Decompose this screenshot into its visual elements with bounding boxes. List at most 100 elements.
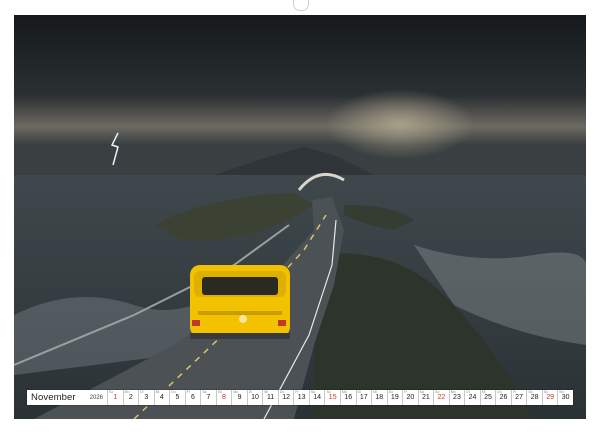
day-of-week: Mi	[264, 390, 269, 394]
day-cell: Mo 30	[557, 390, 573, 405]
day-number: 4	[159, 394, 164, 401]
day-cell: Fr 6	[184, 390, 201, 405]
day-of-week: Sa	[202, 390, 207, 394]
day-cell: Mi 11	[262, 390, 278, 405]
day-number: 25	[484, 394, 492, 401]
day-number: 5	[175, 394, 180, 401]
day-number: 2	[128, 394, 133, 401]
day-number: 20	[406, 394, 415, 401]
day-number: 30	[561, 394, 570, 401]
day-of-week: Di	[466, 390, 470, 394]
yellow-van	[190, 265, 290, 339]
day-number: 14	[313, 394, 322, 401]
calendar-strip: November 2026 So 1 Mo 2 Di 3 Mi 4 Do 5 Fr 6 Sa 7 So 8 Mo…	[27, 390, 573, 405]
day-number: 24	[468, 394, 477, 401]
day-cell: So 29	[541, 390, 558, 405]
day-number: 16	[344, 394, 353, 401]
day-of-week: Mo	[450, 390, 456, 394]
month-label: November 2026	[27, 390, 107, 405]
day-cell: Di 17	[355, 390, 372, 405]
day-number: 1	[113, 394, 118, 401]
day-of-week: So	[109, 390, 114, 394]
day-number: 6	[190, 394, 195, 401]
binding-rings	[0, 0, 600, 16]
day-of-week: Do	[279, 390, 285, 394]
day-number: 10	[251, 394, 259, 401]
day-of-week: Fr	[295, 390, 299, 394]
day-cell: Do 5	[169, 390, 185, 405]
day-of-week: Sa	[310, 390, 316, 394]
day-number: 26	[499, 394, 508, 401]
day-number: 19	[390, 394, 399, 401]
day-number: 21	[421, 394, 430, 401]
day-of-week: So	[326, 390, 331, 394]
day-of-week: Mi	[481, 390, 486, 394]
day-of-week: Di	[140, 390, 144, 394]
day-number: 12	[282, 394, 290, 401]
day-of-week: Do	[388, 390, 394, 394]
day-cell: Mo 9	[231, 390, 247, 405]
day-of-week: Mo	[341, 390, 347, 394]
day-cell: Di 24	[464, 390, 480, 405]
day-of-week: Di	[248, 390, 253, 394]
day-of-week: Do	[497, 390, 502, 394]
day-number: 27	[515, 394, 523, 401]
day-number: 13	[297, 394, 306, 401]
day-of-week: Sa	[419, 390, 424, 394]
stormy-road-scene	[14, 15, 586, 419]
day-cell: Sa 28	[526, 390, 542, 405]
day-cell: Mi 18	[371, 390, 387, 405]
month-name: November	[31, 392, 76, 403]
day-cell: Mo 16	[339, 390, 356, 405]
day-cell: Do 12	[277, 390, 294, 405]
day-number: 7	[206, 394, 211, 401]
day-of-week: Mo	[559, 390, 565, 394]
day-cell: Sa 7	[200, 390, 216, 405]
day-cell: Mo 23	[448, 390, 465, 405]
day-number: 11	[266, 394, 275, 401]
day-cell: Mi 4	[153, 390, 170, 405]
day-of-week: Mo	[233, 390, 239, 394]
day-cell: Do 26	[495, 390, 511, 405]
day-of-week: Mi	[373, 390, 377, 394]
binding-ring	[293, 0, 309, 11]
day-number: 3	[144, 394, 149, 401]
day-of-week: Mo	[124, 390, 130, 394]
day-number: 9	[237, 394, 242, 401]
day-of-week: Di	[357, 390, 361, 394]
day-cell: So 22	[433, 390, 449, 405]
day-cell: Sa 14	[308, 390, 325, 405]
day-cell: Fr 20	[402, 390, 418, 405]
day-number: 29	[546, 394, 555, 401]
day-of-week: Fr	[404, 390, 408, 394]
day-number: 15	[328, 394, 337, 401]
day-cell: So 1	[107, 390, 123, 405]
day-number: 8	[222, 394, 226, 401]
day-of-week: So	[543, 390, 549, 394]
month-year: 2026	[89, 394, 103, 401]
day-cell: Fr 27	[510, 390, 527, 405]
day-of-week: So	[217, 390, 222, 394]
day-cells: So 1 Mo 2 Di 3 Mi 4 Do 5 Fr 6 Sa 7 So 8 Mo 9 Di 10 Mi 11 Do 12 F…	[107, 390, 573, 405]
day-cell: So 8	[215, 390, 232, 405]
day-number: 22	[437, 394, 446, 401]
day-cell: Di 3	[138, 390, 154, 405]
day-number: 17	[359, 394, 368, 401]
day-of-week: Fr	[512, 390, 517, 394]
day-of-week: So	[435, 390, 440, 394]
day-cell: So 15	[324, 390, 340, 405]
day-cell: Fr 13	[293, 390, 309, 405]
calendar-photo	[14, 15, 586, 419]
day-of-week: Do	[171, 390, 176, 394]
day-of-week: Fr	[186, 390, 190, 394]
day-cell: Mi 25	[479, 390, 496, 405]
day-cell: Do 19	[386, 390, 403, 405]
day-cell: Sa 21	[417, 390, 434, 405]
day-of-week: Sa	[528, 390, 533, 394]
day-cell: Mo 2	[122, 390, 139, 405]
day-number: 28	[530, 394, 539, 401]
day-number: 23	[453, 394, 461, 401]
day-of-week: Mi	[155, 390, 160, 394]
day-number: 18	[375, 394, 384, 401]
day-cell: Di 10	[246, 390, 263, 405]
